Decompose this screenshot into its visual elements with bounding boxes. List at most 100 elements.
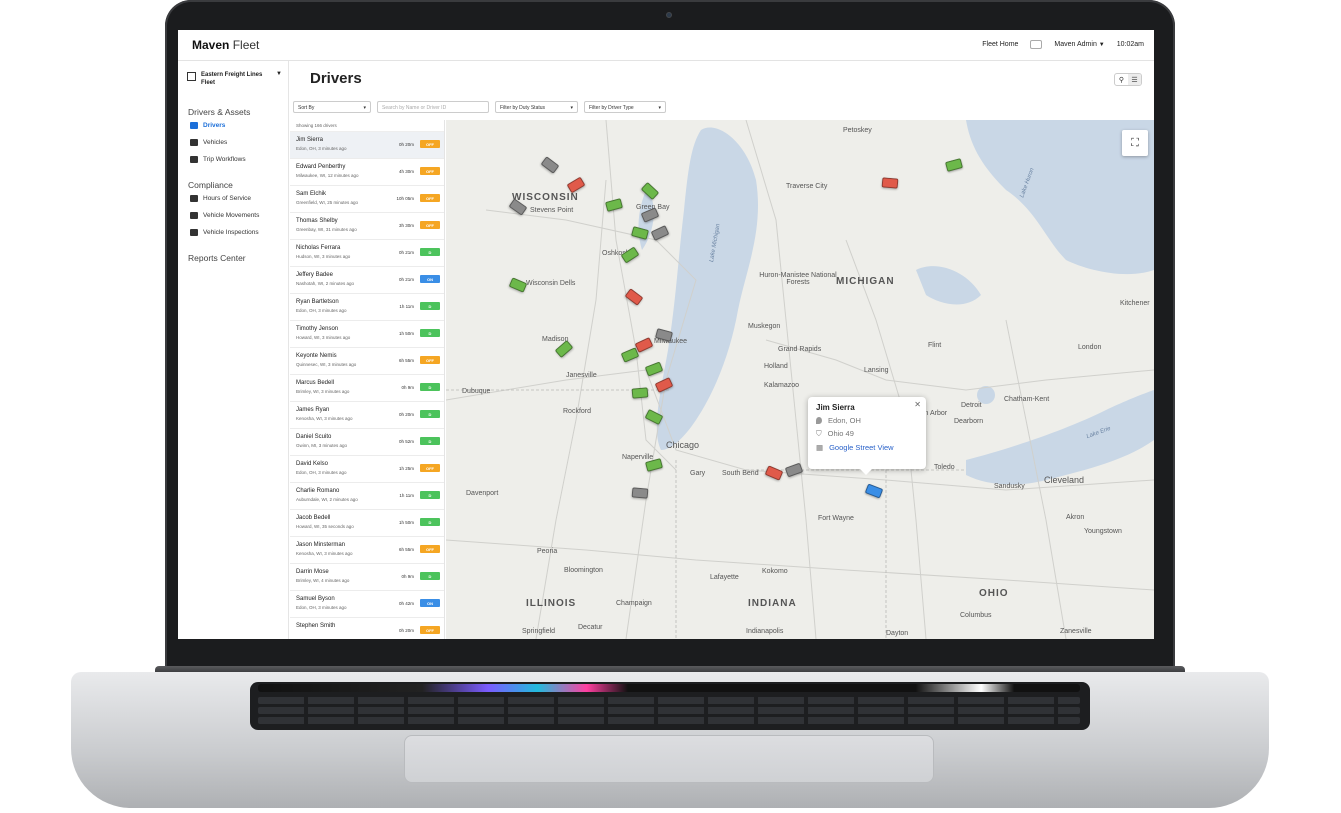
driver-name: Keyonte Nemis bbox=[296, 353, 337, 359]
map-city-label: Davenport bbox=[466, 490, 499, 497]
sidebar-item-trip-workflows[interactable]: Trip Workflows bbox=[178, 151, 288, 168]
list-view-icon[interactable]: ☰ bbox=[1128, 74, 1141, 85]
driver-rows: Jim Sierra Edon, OH, 3 minutes ago 0h 20m O… bbox=[290, 132, 444, 639]
sidebar-item-vehicles[interactable]: Vehicles bbox=[178, 134, 288, 151]
driver-location: Kenosha, WI, 3 minutes ago bbox=[296, 416, 353, 421]
driver-row[interactable]: Jeffery Badee Nashotah, WI, 2 minutes ago… bbox=[290, 267, 444, 294]
brand-logo[interactable]: Maven Fleet bbox=[192, 38, 259, 52]
driver-name: James Ryan bbox=[296, 407, 330, 413]
map-city-label: Dubuque bbox=[462, 388, 491, 395]
map-city-label: Lansing bbox=[864, 367, 889, 374]
driver-row[interactable]: Daniel Scuito Gwinn, MI, 3 minutes ago 0h … bbox=[290, 429, 444, 456]
driver-row[interactable]: Samuel Byson Edon, OH, 3 minutes ago 0h 42… bbox=[290, 591, 444, 618]
search-input[interactable]: Search by Name or Driver ID bbox=[377, 101, 489, 113]
driver-name: Sam Elchik bbox=[296, 191, 327, 197]
driver-hours: 1h 50m bbox=[398, 520, 414, 525]
fleet-home-link[interactable]: Fleet Home bbox=[982, 41, 1018, 48]
fleet-map[interactable]: WISCONSIN MICHIGAN ILLINOIS INDIANA OHIO… bbox=[446, 120, 1154, 639]
driver-row[interactable]: Jason Minsterman Kenosha, WI, 3 minutes a… bbox=[290, 537, 444, 564]
driver-row[interactable]: Jim Sierra Edon, OH, 3 minutes ago 0h 20m O… bbox=[290, 132, 444, 159]
map-city-label: Rockford bbox=[563, 408, 592, 415]
fullscreen-button[interactable]: ⛶ bbox=[1122, 130, 1148, 156]
location-pin-icon bbox=[816, 417, 822, 424]
driver-row[interactable]: Marcus Bedell Brimley, WI, 3 minutes ago 0… bbox=[290, 375, 444, 402]
map-city-label: Cleveland bbox=[1044, 475, 1085, 485]
duty-status-badge: ON bbox=[420, 599, 440, 607]
duty-status-badge: D bbox=[420, 572, 440, 580]
street-view-link[interactable]: Google Street View bbox=[829, 443, 893, 452]
driver-row[interactable]: Nicholas Ferrara Hudson, WI, 3 minutes ag… bbox=[290, 240, 444, 267]
driver-name: Stephen Smith bbox=[296, 623, 336, 629]
chat-icon[interactable] bbox=[1030, 40, 1043, 49]
chevron-down-icon: ▾ bbox=[658, 105, 661, 111]
driver-hours: 0h 21m bbox=[398, 250, 414, 255]
sort-label: Sort By bbox=[298, 105, 315, 111]
driver-hours: 1h 11m bbox=[399, 304, 414, 309]
driver-location: Edon, OH, 3 minutes ago bbox=[296, 470, 347, 475]
truck-marker-icon[interactable] bbox=[881, 177, 899, 189]
sidebar-item-label: Hours of Service bbox=[203, 195, 252, 202]
driver-hours: 0h 42m bbox=[398, 601, 414, 606]
driver-row[interactable]: Jacob Bedell Howard, WI, 35 seconds ago 1h… bbox=[290, 510, 444, 537]
route-icon bbox=[190, 156, 198, 163]
brand-name: Maven bbox=[192, 38, 230, 52]
building-icon bbox=[187, 72, 196, 81]
driver-row[interactable]: David Kelso Edon, OH, 3 minutes ago 1h 25m… bbox=[290, 456, 444, 483]
sidebar-item-label: Trip Workflows bbox=[203, 156, 246, 163]
nav-section-drivers-assets[interactable]: Drivers & Assets bbox=[178, 107, 288, 117]
duty-status-badge: D bbox=[420, 518, 440, 526]
driver-type-filter[interactable]: Filter by Driver Type ▾ bbox=[584, 101, 666, 113]
driver-hours: 6h 55m bbox=[398, 358, 414, 363]
nav-section-reports-center[interactable]: Reports Center bbox=[178, 253, 288, 263]
saginaw-bay bbox=[916, 266, 981, 305]
driver-name: Samuel Byson bbox=[296, 596, 335, 602]
close-icon[interactable]: ✕ bbox=[914, 400, 921, 409]
user-menu[interactable]: Maven Admin ▼ bbox=[1054, 41, 1104, 48]
duty-status-badge: OFF bbox=[420, 626, 440, 634]
view-toggle: ⚲ ☰ bbox=[1114, 73, 1142, 86]
driver-row[interactable]: Sam Elchik Greenfield, WI, 25 minutes ago… bbox=[290, 186, 444, 213]
keyboard-row bbox=[258, 707, 1080, 714]
duty-status-badge: D bbox=[420, 248, 440, 256]
driver-list[interactable]: Showing 166 drivers Jim Sierra Edon, OH, … bbox=[290, 120, 445, 639]
driver-row[interactable]: Darrin Mose Brimley, WI, 4 minutes ago 0h … bbox=[290, 564, 444, 591]
popup-road-name: Ohio 49 bbox=[827, 429, 854, 438]
map-state-label: OHIO bbox=[979, 588, 1009, 599]
sidebar-item-vehicle-movements[interactable]: Vehicle Movements bbox=[178, 207, 288, 224]
truck-marker-icon[interactable] bbox=[631, 387, 649, 399]
chevron-down-icon: ▼ bbox=[1098, 42, 1105, 48]
map-view-icon[interactable]: ⚲ bbox=[1115, 74, 1128, 85]
driver-row[interactable]: Stephen Smith 0h 20m OFF bbox=[290, 618, 444, 639]
driver-row[interactable]: Ryan Bartletson Edon, OH, 3 minutes ago 1h… bbox=[290, 294, 444, 321]
fleet-selector[interactable]: Eastern Freight Lines Fleet ▼ bbox=[187, 71, 283, 87]
driver-name: Daniel Scuito bbox=[296, 434, 332, 440]
sidebar-item-hours-of-service[interactable]: Hours of Service bbox=[178, 190, 288, 207]
nav-section-compliance[interactable]: Compliance bbox=[178, 180, 288, 190]
sort-select[interactable]: Sort By ▾ bbox=[293, 101, 371, 113]
clock-icon bbox=[190, 195, 198, 202]
duty-status-filter[interactable]: Filter by Duty Status ▾ bbox=[495, 101, 578, 113]
driver-hours: 0h 9m bbox=[401, 385, 414, 390]
map-city-label: Chatham-Kent bbox=[1004, 396, 1050, 403]
driver-row[interactable]: Keyonte Nemis Quinnesec, WI, 3 minutes ag… bbox=[290, 348, 444, 375]
map-city-label: Wisconsin Dells bbox=[526, 280, 576, 287]
truck-icon bbox=[190, 139, 198, 146]
map-state-label: MICHIGAN bbox=[836, 276, 895, 287]
movement-icon bbox=[190, 212, 198, 219]
driver-row[interactable]: Charlie Romano Auburndale, WI, 2 minutes … bbox=[290, 483, 444, 510]
driver-row[interactable]: Timothy Jenson Howard, WI, 3 minutes ago 1… bbox=[290, 321, 444, 348]
driver-count: Showing 166 drivers bbox=[290, 120, 444, 132]
driver-row[interactable]: James Ryan Kenosha, WI, 3 minutes ago 0h 2… bbox=[290, 402, 444, 429]
driver-type-label: Filter by Driver Type bbox=[589, 105, 634, 111]
sidebar-item-vehicle-inspections[interactable]: Vehicle Inspections bbox=[178, 224, 288, 241]
top-bar: Maven Fleet Fleet Home Maven Admin ▼ 10:… bbox=[178, 30, 1154, 61]
popup-city: Edon, OH bbox=[828, 416, 861, 425]
chevron-down-icon: ▾ bbox=[570, 105, 573, 111]
driver-row[interactable]: Edward Penberthy Milwaukee, WI, 12 minute… bbox=[290, 159, 444, 186]
chevron-down-icon: ▾ bbox=[363, 105, 366, 111]
truck-marker-icon[interactable] bbox=[631, 487, 649, 499]
driver-row[interactable]: Thomas Shelby Greenbay, WI, 31 minutes ag… bbox=[290, 213, 444, 240]
driver-name: David Kelso bbox=[296, 461, 329, 467]
sidebar-item-drivers[interactable]: Drivers bbox=[178, 117, 288, 134]
map-city-label: Youngstown bbox=[1084, 528, 1122, 535]
